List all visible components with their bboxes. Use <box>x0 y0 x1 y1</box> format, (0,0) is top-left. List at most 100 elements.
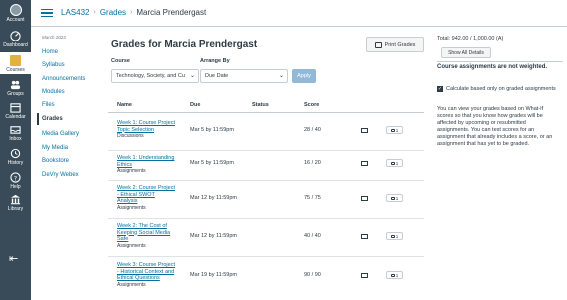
course-nav-announcements[interactable]: Announcements <box>42 76 85 82</box>
course-nav-files[interactable]: Files <box>42 102 55 108</box>
comment-count: 1 <box>395 160 399 166</box>
message-student-icon[interactable] <box>361 196 368 201</box>
course-nav-modules[interactable]: Modules <box>42 89 65 95</box>
global-nav-label: Groups <box>7 91 24 97</box>
score: 28 / 40 <box>304 127 321 133</box>
assignment-cell: Week 1: Understanding Ethics Assignments <box>117 155 174 175</box>
chevron-down-icon: ⌄ <box>189 73 195 79</box>
course-nav-media-gallery[interactable]: Media Gallery <box>42 131 79 137</box>
course-nav-my-media[interactable]: My Media <box>42 145 68 151</box>
column-header-due[interactable]: Due <box>190 102 200 108</box>
due-date: Mar 5 by 11:59pm <box>190 160 234 166</box>
comments-button[interactable]: 1 <box>386 271 403 279</box>
course-select-label: Course <box>111 58 130 64</box>
course-nav-home[interactable]: Home <box>42 49 58 55</box>
breadcrumb-separator-icon: › <box>130 9 133 16</box>
course-navigation: March 2023 Home Syllabus Announcements M… <box>31 27 101 300</box>
assignment-cell: Week 2: Course Project - Ethical SWOT An… <box>117 185 175 211</box>
global-nav-inbox[interactable]: Inbox <box>0 121 31 147</box>
assignment-type: Assignments <box>117 242 146 249</box>
table-row: Week 2: Course Project - Ethical SWOT An… <box>108 181 424 219</box>
global-nav-dashboard[interactable]: Dashboard <box>0 27 31 53</box>
grades-main: Grades for Marcia Prendergast Print Grad… <box>108 27 424 300</box>
breadcrumb-grades-link[interactable]: Grades <box>100 8 126 17</box>
message-student-icon[interactable] <box>361 161 368 166</box>
account-avatar-icon <box>9 4 22 16</box>
table-row: Week 1: Understanding Ethics Assignments… <box>108 151 424 181</box>
global-nav-label: Calendar <box>5 114 26 120</box>
comments-button[interactable]: 1 <box>386 194 403 202</box>
course-nav-bookstore[interactable]: Bookstore <box>42 158 69 164</box>
message-student-icon[interactable] <box>361 128 368 133</box>
global-nav-courses[interactable]: Courses <box>0 52 31 74</box>
score: 90 / 90 <box>304 272 321 278</box>
breadcrumb-current: Marcia Prendergast <box>136 8 207 17</box>
history-icon <box>10 148 21 159</box>
course-nav-grades[interactable]: Grades <box>37 113 99 125</box>
breadcrumb-separator-icon: › <box>93 9 96 16</box>
column-header-name[interactable]: Name <box>117 102 132 108</box>
assignment-type: Assignments <box>117 168 146 174</box>
table-row: Week 2: The Cost of Keeping Social Media… <box>108 219 424 257</box>
page-header: LAS432 › Grades › Marcia Prendergast <box>31 0 567 27</box>
print-grades-button[interactable]: Print Grades <box>366 37 424 52</box>
message-student-icon[interactable] <box>361 273 368 278</box>
dashboard-icon <box>10 31 21 41</box>
grades-sidebar: Total: 942.00 / 1,000.00 (A) Show All De… <box>437 27 565 300</box>
comment-count: 1 <box>395 272 399 278</box>
assignment-cell: Week 1: Course Project Topic Selection D… <box>117 120 175 140</box>
score: 75 / 75 <box>304 195 321 201</box>
arrange-by-select[interactable]: Due Date ⌄ <box>200 69 288 83</box>
groups-icon <box>10 80 21 90</box>
global-nav-library[interactable]: Library <box>0 191 31 217</box>
what-if-info-text: You can view your grades based on What-I… <box>437 106 553 147</box>
comments-button[interactable]: 1 <box>386 159 403 167</box>
comment-count: 1 <box>395 195 399 201</box>
table-row: Week 3: Course Project - Historical Cont… <box>108 257 424 300</box>
assignment-link[interactable]: Week 2: The Cost of <box>117 223 170 230</box>
assignment-link[interactable]: Week 2: Course Project <box>117 185 175 192</box>
comments-button[interactable]: 1 <box>386 232 403 240</box>
course-select[interactable]: Technology, Society, and Cu ⌄ <box>111 69 199 83</box>
global-nav-label: Inbox <box>9 136 22 142</box>
global-nav-label: History <box>7 160 24 166</box>
course-term: March 2023 <box>42 35 66 40</box>
comment-bubble-icon <box>390 273 395 277</box>
assignment-link[interactable]: Week 1: Course Project <box>117 120 175 127</box>
table-row: Week 1: Course Project Topic Selection D… <box>108 115 424 151</box>
due-date: Mar 12 by 11:59pm <box>190 233 237 239</box>
course-nav-devry-webex[interactable]: DeVry Webex <box>42 172 79 178</box>
help-icon: ? <box>10 172 21 183</box>
print-grades-label: Print Grades <box>384 41 416 48</box>
arrange-by-value: Due Date <box>205 73 229 79</box>
weighting-note: Course assignments are not weighted. <box>437 64 548 70</box>
column-header-status[interactable]: Status <box>252 102 269 108</box>
global-nav-label: Account <box>6 17 25 23</box>
chevron-down-icon: ⌄ <box>278 73 284 79</box>
apply-button[interactable]: Apply <box>292 69 316 83</box>
assignment-link[interactable]: Week 3: Course Project <box>117 262 175 269</box>
comments-button[interactable]: 1 <box>386 126 403 134</box>
hamburger-menu-icon[interactable] <box>41 9 53 18</box>
due-date: Mar 12 by 11:59pm <box>190 195 237 201</box>
calendar-icon <box>10 103 21 113</box>
calculate-graded-only-checkbox[interactable]: ✓ <box>437 86 443 92</box>
svg-text:?: ? <box>14 174 17 182</box>
courses-icon <box>10 55 21 66</box>
assignment-type: Assignments <box>117 281 146 288</box>
comment-bubble-icon <box>390 234 395 238</box>
collapse-nav-arrow-icon[interactable]: ⇤ <box>9 252 18 265</box>
global-nav-account[interactable]: Account <box>0 2 31 28</box>
message-student-icon[interactable] <box>361 234 368 239</box>
score: 16 / 20 <box>304 160 321 166</box>
assignment-cell: Week 2: The Cost of Keeping Social Media… <box>117 223 170 249</box>
assignment-link[interactable]: Week 1: Understanding <box>117 155 174 162</box>
column-header-score[interactable]: Score <box>304 102 319 108</box>
sidebar-divider <box>437 61 563 62</box>
show-all-details-button[interactable]: Show All Details <box>441 47 491 58</box>
global-nav-label: Library <box>7 206 24 212</box>
breadcrumb-course-link[interactable]: LAS432 <box>61 8 89 17</box>
course-nav-syllabus[interactable]: Syllabus <box>42 62 65 68</box>
global-nav-history[interactable]: History <box>0 145 31 171</box>
comment-bubble-icon <box>390 161 395 165</box>
